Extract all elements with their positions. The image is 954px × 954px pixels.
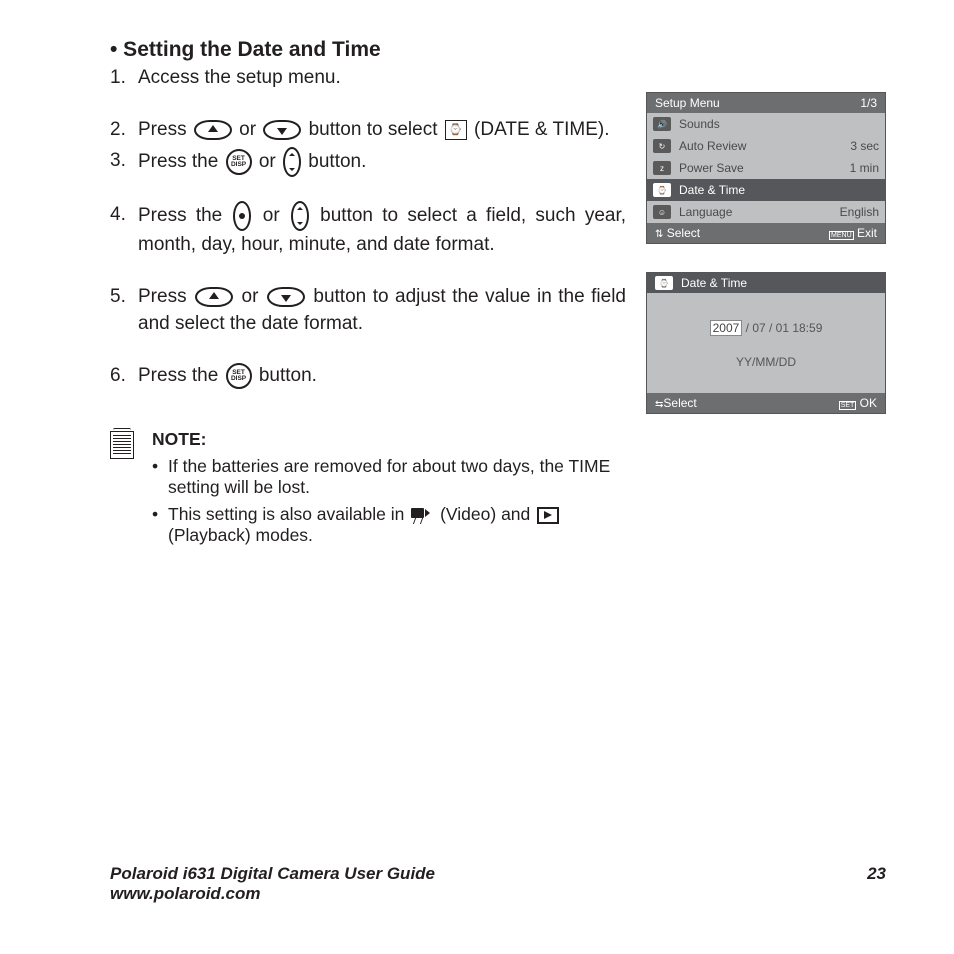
year-field-selected: 2007	[710, 320, 743, 336]
set-disp-button-icon	[226, 363, 252, 389]
menu-value: 3 sec	[850, 139, 879, 153]
footer-ok: SET OK	[839, 396, 877, 410]
step-6: 6. Press the button.	[110, 362, 626, 390]
text: (Video) and	[440, 504, 535, 524]
footer-url: www.polaroid.com	[110, 884, 435, 904]
menu-row-auto-review: ↻ Auto Review 3 sec	[647, 135, 885, 157]
playback-mode-icon	[537, 507, 559, 524]
footer-select: ⇆Select	[655, 396, 697, 410]
step-text: Press or button to adjust the value in t…	[138, 283, 626, 338]
page-footer: Polaroid i631 Digital Camera User Guide …	[110, 864, 886, 904]
menu-label: Language	[679, 205, 840, 219]
text: or	[259, 151, 281, 172]
text: or	[242, 286, 265, 307]
up-button-icon	[195, 287, 233, 307]
power-save-icon: z	[653, 161, 671, 175]
menu-label: Date & Time	[679, 183, 879, 197]
date-format-line: YY/MM/DD	[647, 355, 885, 369]
down-button-icon	[267, 287, 305, 307]
text: Press the	[138, 365, 224, 386]
text: Press the	[138, 205, 231, 226]
date-time-screen: ⌚ Date & Time 2007 / 07 / 01 18:59 YY/MM…	[646, 272, 886, 414]
footer-select: ⇅ Select	[655, 226, 700, 240]
step-5: 5. Press or button to adjust the value i…	[110, 283, 626, 338]
menu-row-language: ☺ Language English	[647, 201, 885, 223]
setup-menu-screen: Setup Menu 1/3 🔊 Sounds ↻ Auto Review 3 …	[646, 92, 886, 244]
note-title: NOTE:	[152, 429, 626, 450]
date-time-icon: ⌚	[655, 276, 673, 290]
step-number: 1.	[110, 64, 138, 92]
text: button.	[259, 365, 317, 386]
page-number: 23	[867, 864, 886, 904]
step-number: 3.	[110, 147, 138, 177]
notepad-icon	[110, 431, 134, 459]
menu-row-sounds: 🔊 Sounds	[647, 113, 885, 135]
menu-row-date-time-selected: ⌚ Date & Time	[647, 179, 885, 201]
footer-exit: MENU Exit	[829, 226, 877, 240]
text: button.	[308, 151, 366, 172]
text: (Playback) modes.	[168, 525, 313, 545]
step-1: 1. Access the setup menu.	[110, 64, 626, 92]
step-2: 2. Press or button to select ⌚ (DATE & T…	[110, 116, 626, 144]
right-arrow-button-icon	[291, 201, 309, 231]
language-icon: ☺	[653, 205, 671, 219]
video-mode-icon	[411, 508, 433, 523]
step-number: 2.	[110, 116, 138, 144]
up-button-icon	[194, 120, 232, 140]
text: or	[239, 119, 261, 140]
menu-value: English	[840, 205, 879, 219]
section-heading: • Setting the Date and Time	[110, 38, 886, 62]
text: This setting is also available in	[168, 504, 409, 524]
step-number: 4.	[110, 201, 138, 259]
text: Press	[138, 119, 192, 140]
date-time-icon: ⌚	[653, 183, 671, 197]
left-macro-button-icon	[233, 201, 251, 231]
date-value-line: 2007 / 07 / 01 18:59	[647, 321, 885, 335]
menu-label: Sounds	[679, 117, 879, 131]
right-arrow-button-icon	[283, 147, 301, 177]
text: or	[263, 205, 289, 226]
step-text: Press or button to select ⌚ (DATE & TIME…	[138, 116, 626, 144]
set-disp-button-icon	[226, 149, 252, 175]
step-text: Press the button.	[138, 362, 626, 390]
text: (DATE & TIME).	[474, 119, 609, 140]
text: Press	[138, 286, 193, 307]
text: Press the	[138, 151, 224, 172]
note-item: If the batteries are removed for about t…	[152, 456, 626, 498]
menu-label: Auto Review	[679, 139, 850, 153]
screen-title: Setup Menu	[655, 96, 720, 110]
step-text: Press the or button to select a field, s…	[138, 201, 626, 259]
screen-title: Date & Time	[681, 276, 747, 290]
text: button to select	[309, 119, 443, 140]
step-3: 3. Press the or button.	[110, 147, 626, 177]
sound-icon: 🔊	[653, 117, 671, 131]
date-rest: / 07 / 01 18:59	[742, 321, 822, 335]
down-button-icon	[263, 120, 301, 140]
note-section: NOTE: If the batteries are removed for a…	[110, 429, 626, 552]
note-item: This setting is also available in (Video…	[152, 504, 626, 546]
step-text: Press the or button.	[138, 147, 626, 177]
screen-page: 1/3	[860, 96, 877, 110]
menu-label: Power Save	[679, 161, 850, 175]
step-number: 5.	[110, 283, 138, 338]
date-time-icon: ⌚	[445, 120, 467, 140]
step-4: 4. Press the or button to select a field…	[110, 201, 626, 259]
step-text: Access the setup menu.	[138, 64, 626, 92]
auto-review-icon: ↻	[653, 139, 671, 153]
footer-title: Polaroid i631 Digital Camera User Guide	[110, 864, 435, 884]
step-number: 6.	[110, 362, 138, 390]
menu-row-power-save: z Power Save 1 min	[647, 157, 885, 179]
menu-value: 1 min	[850, 161, 879, 175]
